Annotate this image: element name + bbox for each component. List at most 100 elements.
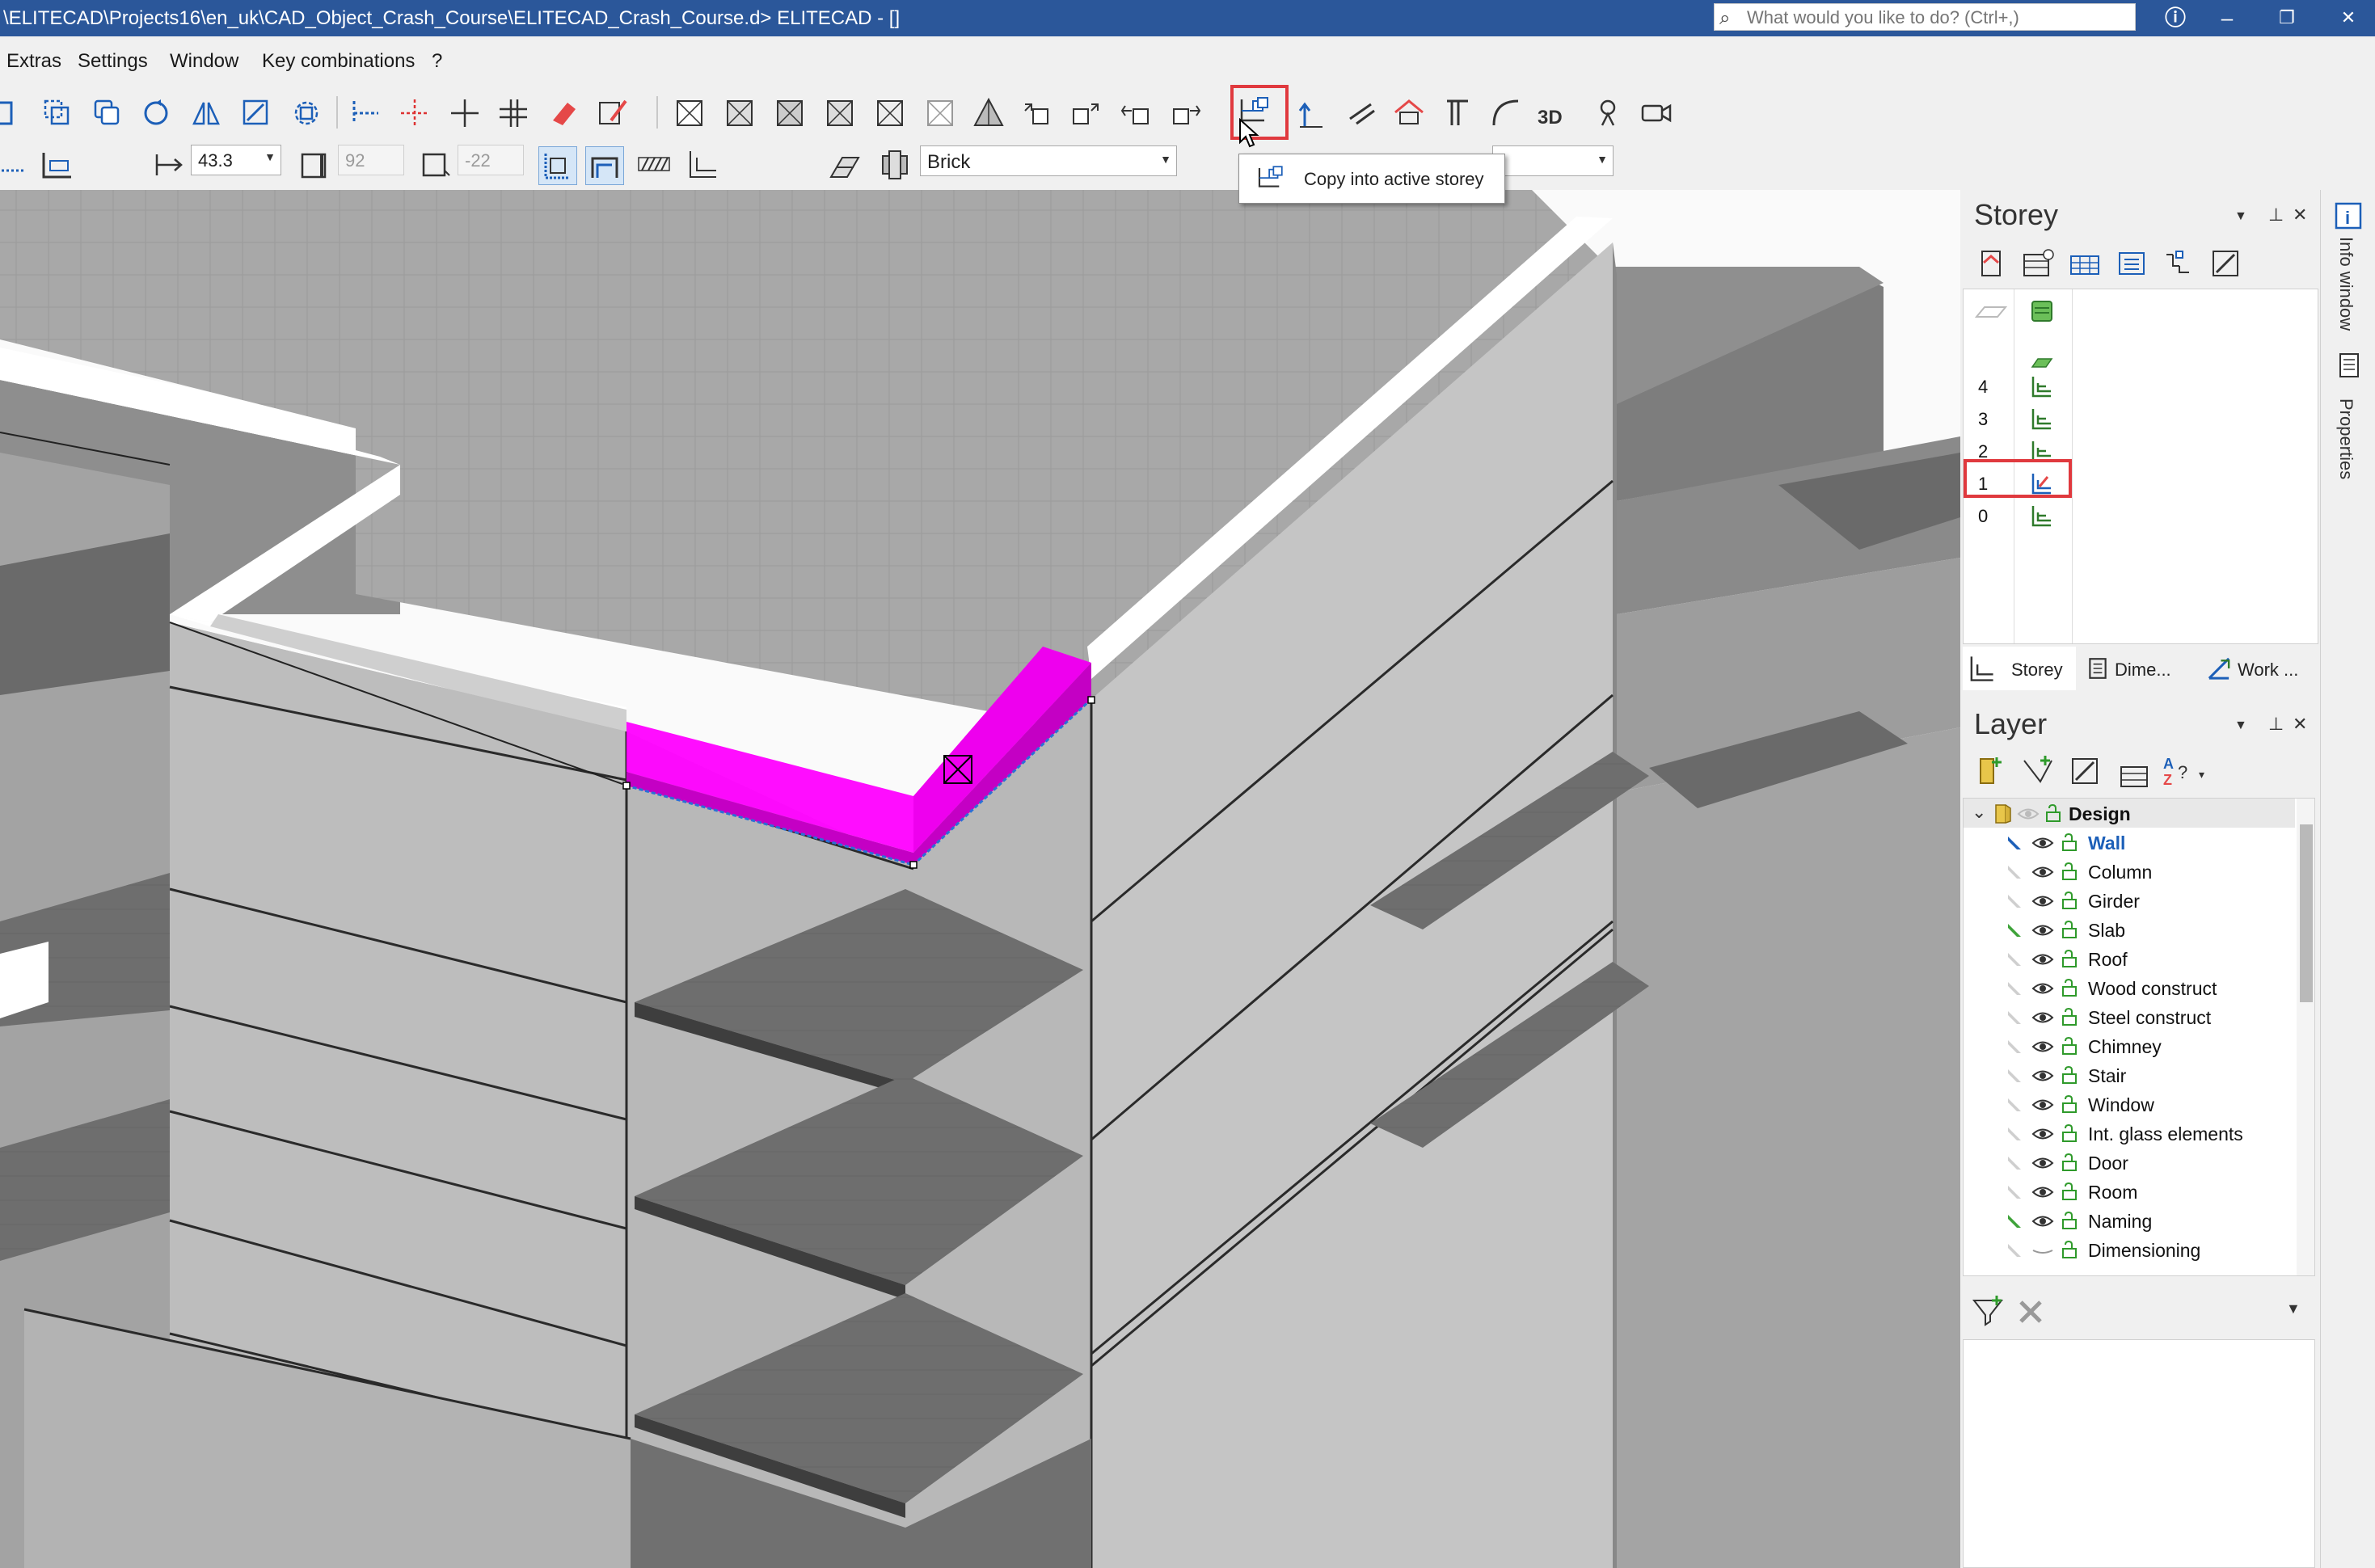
height-field[interactable]: 92 (338, 145, 404, 175)
layer-row[interactable]: Door (1964, 1148, 2295, 1177)
box-tool-icon[interactable] (871, 95, 909, 132)
move-node-icon[interactable] (1117, 95, 1154, 132)
storey-row-3[interactable]: 3 (1964, 403, 2073, 435)
eye-icon[interactable] (2031, 834, 2054, 852)
layer-active-icon[interactable] (2006, 1154, 2023, 1172)
eye-icon[interactable] (2031, 1212, 2054, 1230)
eye-icon[interactable] (2031, 921, 2054, 939)
split-icon[interactable] (446, 95, 483, 132)
tool-icon[interactable] (0, 95, 19, 132)
lock-open-icon[interactable] (2061, 891, 2078, 910)
minimize-button[interactable]: – (2204, 2, 2251, 34)
sort-az-icon[interactable]: A Z? ▾ (2160, 752, 2217, 790)
storey-link-icon[interactable] (684, 146, 721, 183)
chevron-down-icon[interactable]: ▼ (2234, 719, 2247, 733)
layer-table-icon[interactable] (2116, 757, 2154, 795)
lock-open-icon[interactable] (2061, 1007, 2078, 1026)
layer-active-icon[interactable] (2006, 1038, 2023, 1056)
eye-icon[interactable] (2031, 1096, 2054, 1114)
filter-delete-icon[interactable] (2014, 1296, 2047, 1328)
wall-axis-icon[interactable] (39, 146, 76, 183)
3d-view-icon[interactable]: 3D (1536, 95, 1581, 132)
lock-open-icon[interactable] (2061, 920, 2078, 939)
eye-icon[interactable] (2031, 892, 2054, 910)
wall-type-icon[interactable] (0, 146, 31, 183)
storey-row-0[interactable]: 0 (1964, 499, 2073, 532)
3d-viewport[interactable] (0, 190, 1960, 1568)
layer-group-design[interactable]: ⌄ Design (1964, 799, 2295, 828)
new-layer-icon[interactable] (1972, 752, 2010, 790)
menu-extras[interactable]: Extras (6, 50, 61, 73)
chevron-down-icon[interactable]: ⌄ (1972, 802, 1986, 823)
eye-icon[interactable] (2031, 863, 2054, 881)
properties-tab[interactable]: Properties (2335, 398, 2356, 479)
storey-row-4[interactable]: 4 (1964, 370, 2073, 403)
eye-icon[interactable] (2031, 1038, 2054, 1056)
tab-dimensions[interactable]: Dime... (2079, 647, 2197, 690)
chevron-down-icon[interactable]: ▼ (2234, 209, 2247, 224)
layer-row[interactable]: Girder (1964, 886, 2295, 915)
pin-icon[interactable]: ⊥ (2268, 714, 2284, 735)
lock-open-icon[interactable] (2061, 1094, 2078, 1114)
layer-active-icon[interactable] (2006, 1009, 2023, 1026)
filter-list[interactable] (1963, 1339, 2315, 1568)
move-node-icon[interactable] (1019, 95, 1056, 132)
close-button[interactable]: ✕ (2325, 2, 2372, 34)
offset-icon[interactable] (495, 95, 532, 132)
layer-structure-icon[interactable] (876, 146, 913, 183)
join-icon[interactable] (585, 146, 624, 185)
info-icon[interactable]: ⓘ (2152, 2, 2199, 34)
menu-help[interactable]: ? (432, 50, 442, 73)
storey-house-icon[interactable] (1972, 245, 2010, 282)
column-icon[interactable] (1439, 95, 1476, 132)
box-tool-icon[interactable] (821, 95, 858, 132)
layer-active-icon[interactable] (2006, 950, 2023, 968)
eye-icon[interactable] (2031, 1009, 2054, 1026)
storey-table-icon[interactable] (2066, 245, 2103, 282)
layer-active-icon[interactable] (2006, 892, 2023, 910)
layer-row[interactable]: Naming (1964, 1206, 2295, 1235)
layer-active-icon[interactable] (2006, 1241, 2023, 1259)
layer-tree[interactable]: ⌄ Design Wall Column Girder Slab Roof Wood co… (1963, 798, 2315, 1276)
lock-open-icon[interactable] (2061, 1211, 2078, 1230)
lock-open-icon[interactable] (2061, 832, 2078, 852)
lock-open-icon[interactable] (2044, 803, 2062, 823)
layer-active-icon[interactable] (2006, 1183, 2023, 1201)
layer-row[interactable]: Slab (1964, 915, 2295, 944)
scale-icon[interactable] (238, 95, 275, 132)
info-window-tab[interactable]: Info window (2335, 237, 2356, 331)
panel-close-icon[interactable]: ✕ (2293, 714, 2307, 735)
menu-window[interactable]: Window (170, 50, 238, 73)
layer-active-icon[interactable] (2006, 1096, 2023, 1114)
arc-icon[interactable] (1487, 95, 1525, 132)
layer-row[interactable]: Roof (1964, 944, 2295, 973)
chevron-down-icon[interactable]: ▼ (2286, 1300, 2301, 1317)
lock-open-icon[interactable] (2061, 1240, 2078, 1259)
layer-transfer-icon[interactable] (1342, 95, 1379, 132)
alignment-icon[interactable] (538, 146, 577, 185)
layer-active-icon[interactable] (2006, 863, 2023, 881)
search-box[interactable]: ⌕ (1714, 3, 2136, 31)
scrollbar-thumb[interactable] (2300, 824, 2313, 1002)
lock-open-icon[interactable] (2061, 1123, 2078, 1143)
transfer-storey-icon[interactable] (1293, 95, 1331, 132)
panel-close-icon[interactable]: ✕ (2293, 204, 2307, 226)
lock-open-icon[interactable] (2061, 949, 2078, 968)
edit-pencil-icon[interactable] (595, 95, 632, 132)
array-icon[interactable] (288, 95, 325, 132)
eye-closed-icon[interactable] (2031, 1241, 2054, 1259)
storey-add-icon[interactable] (2019, 245, 2057, 282)
filter-add-icon[interactable] (1969, 1294, 2006, 1330)
trim-icon[interactable] (348, 95, 385, 132)
hatch-icon[interactable] (635, 146, 673, 183)
mirror-icon[interactable] (188, 95, 225, 132)
lock-open-icon[interactable] (2061, 1036, 2078, 1056)
eye-icon[interactable] (2031, 950, 2054, 968)
eye-icon[interactable] (2031, 1067, 2054, 1085)
lock-open-icon[interactable] (2061, 1182, 2078, 1201)
camera-icon[interactable] (1638, 95, 1675, 132)
layer-row[interactable]: Steel construct (1964, 1002, 2295, 1031)
layer-edit-icon[interactable] (2066, 752, 2103, 790)
layer-filter-add-icon[interactable] (2019, 752, 2057, 790)
layer-row[interactable]: Dimensioning (1964, 1235, 2295, 1264)
